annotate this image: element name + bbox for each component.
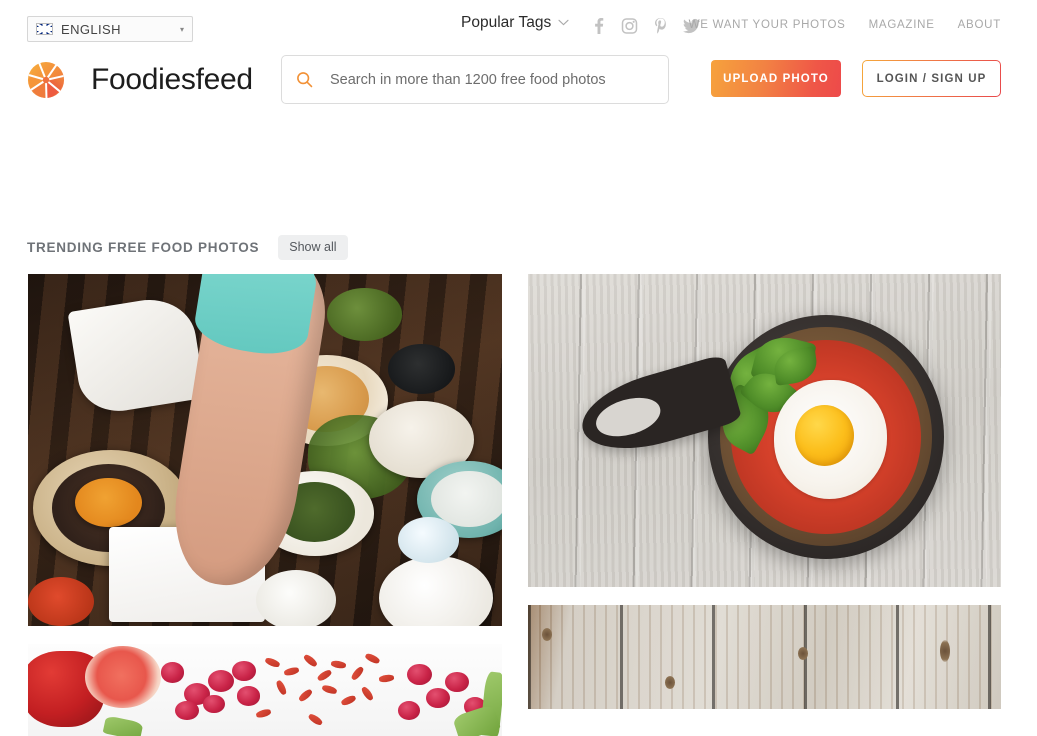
top-navigation: WE WANT YOUR PHOTOS MAGAZINE ABOUT [689,19,1001,31]
nav-item-we-want-your-photos[interactable]: WE WANT YOUR PHOTOS [689,19,846,31]
photo-column-left [28,274,502,736]
popular-tags-menu[interactable]: Popular Tags [461,14,569,32]
search-box[interactable] [281,55,669,104]
popular-tags-label: Popular Tags [461,14,552,31]
instagram-icon[interactable] [621,17,638,35]
show-all-button[interactable]: Show all [278,235,348,260]
facebook-icon[interactable] [590,17,607,35]
pinterest-icon[interactable] [652,17,669,35]
page-title: TRENDING FREE FOOD PHOTOS [27,240,260,255]
nav-item-about[interactable]: ABOUT [958,19,1001,31]
page-root: ENGLISH ▾ Popular Tags WE WANT YOUR PHOT… [0,0,1037,736]
language-label: ENGLISH [61,21,121,37]
top-bar: ENGLISH ▾ Popular Tags WE WANT YOUR PHOT… [0,0,1037,56]
nav-item-magazine[interactable]: MAGAZINE [869,19,935,31]
upload-photo-button[interactable]: UPLOAD PHOTO [711,60,841,97]
social-links [590,17,701,35]
photo-skillet-egg[interactable] [528,274,1001,587]
uk-flag-icon [36,23,53,35]
photo-table-spread[interactable] [28,274,502,626]
search-input[interactable] [328,70,654,89]
aperture-icon [27,61,65,99]
site-header: Foodiesfeed UPLOAD PHOTO LOGIN / SIGN UP [0,55,1037,120]
photo-red-produce[interactable] [28,644,502,736]
language-selector[interactable]: ENGLISH ▾ [27,16,193,42]
chevron-down-icon [558,18,569,29]
login-signup-button[interactable]: LOGIN / SIGN UP [862,60,1001,97]
brand-name: Foodiesfeed [91,63,253,96]
brand-logo-link[interactable]: Foodiesfeed [27,61,253,99]
photo-white-wood[interactable] [528,605,1001,709]
photo-column-right [528,274,1001,709]
trending-section-header: TRENDING FREE FOOD PHOTOS Show all [27,235,348,260]
search-icon [297,72,313,88]
chevron-down-icon: ▾ [179,24,184,34]
